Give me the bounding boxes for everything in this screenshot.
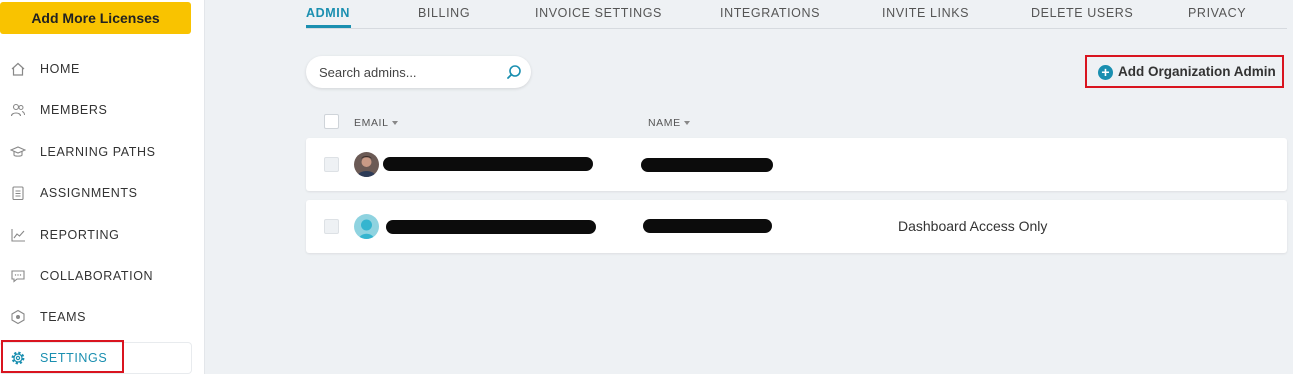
tab-billing[interactable]: BILLING	[418, 6, 470, 20]
sort-caret-icon	[683, 121, 690, 126]
sidebar-item-label: SETTINGS	[40, 351, 108, 365]
tab-admin[interactable]: ADMIN	[306, 6, 350, 20]
gear-icon	[11, 351, 25, 365]
email-header-label: EMAIL	[354, 117, 389, 129]
assignments-icon	[12, 186, 24, 201]
sidebar-item-home[interactable]: HOME	[0, 54, 191, 84]
sidebar-item-label: REPORTING	[40, 228, 120, 242]
sidebar-item-members[interactable]: MEMBERS	[0, 95, 191, 125]
home-icon	[11, 62, 25, 76]
redacted-email	[386, 220, 596, 234]
graduation-cap-icon	[10, 146, 26, 157]
sidebar-item-assignments[interactable]: ASSIGNMENTS	[0, 178, 191, 208]
row-checkbox[interactable]	[324, 219, 339, 234]
search-input[interactable]	[319, 56, 504, 88]
table-row[interactable]: Dashboard Access Only	[306, 200, 1287, 253]
access-level: Dashboard Access Only	[898, 218, 1048, 234]
sidebar-item-label: LEARNING PATHS	[40, 145, 156, 159]
tab-integrations[interactable]: INTEGRATIONS	[720, 6, 820, 20]
sidebar-item-label: ASSIGNMENTS	[40, 186, 138, 200]
avatar	[354, 214, 379, 239]
sidebar-item-teams[interactable]: TEAMS	[0, 302, 191, 332]
tab-invite-links[interactable]: INVITE LINKS	[882, 6, 969, 20]
sidebar-item-learning-paths[interactable]: LEARNING PATHS	[0, 137, 191, 167]
search-icon[interactable]	[506, 64, 522, 80]
redacted-name	[641, 158, 773, 172]
active-tab-indicator	[306, 25, 351, 28]
name-column-header[interactable]: NAME	[648, 117, 690, 129]
sidebar-item-label: HOME	[40, 62, 80, 76]
avatar	[354, 152, 379, 177]
table-row[interactable]	[306, 138, 1287, 191]
sidebar-item-label: TEAMS	[40, 310, 87, 324]
redacted-name	[643, 219, 772, 233]
sidebar: Add More Licenses HOME MEMBERS LEARNING …	[0, 0, 205, 374]
tab-invoice-settings[interactable]: INVOICE SETTINGS	[535, 6, 662, 20]
sidebar-item-reporting[interactable]: REPORTING	[0, 220, 191, 250]
chat-icon	[11, 270, 25, 283]
add-organization-admin-label: Add Organization Admin	[1118, 64, 1276, 79]
teams-icon	[11, 309, 25, 325]
email-column-header[interactable]: EMAIL	[354, 117, 398, 129]
tab-delete-users[interactable]: DELETE USERS	[1031, 6, 1133, 20]
plus-circle-icon: +	[1098, 65, 1113, 80]
sidebar-item-label: MEMBERS	[40, 103, 108, 117]
select-all-checkbox[interactable]	[324, 114, 339, 129]
row-checkbox[interactable]	[324, 157, 339, 172]
redacted-email	[383, 157, 593, 171]
table-header: EMAIL NAME	[306, 110, 1287, 134]
add-organization-admin-button[interactable]: + Add Organization Admin	[1088, 58, 1282, 86]
sidebar-item-label: COLLABORATION	[40, 269, 154, 283]
name-header-label: NAME	[648, 117, 681, 129]
chart-icon	[11, 229, 25, 242]
sort-caret-icon	[391, 121, 398, 126]
add-more-licenses-button[interactable]: Add More Licenses	[0, 2, 191, 34]
search-box	[306, 56, 531, 88]
sidebar-item-collaboration[interactable]: COLLABORATION	[0, 261, 191, 291]
tab-privacy[interactable]: PRIVACY	[1188, 6, 1246, 20]
sidebar-item-settings[interactable]: SETTINGS	[0, 343, 191, 373]
members-icon	[10, 103, 25, 117]
settings-tabs: ADMIN BILLING INVOICE SETTINGS INTEGRATI…	[306, 0, 1287, 29]
